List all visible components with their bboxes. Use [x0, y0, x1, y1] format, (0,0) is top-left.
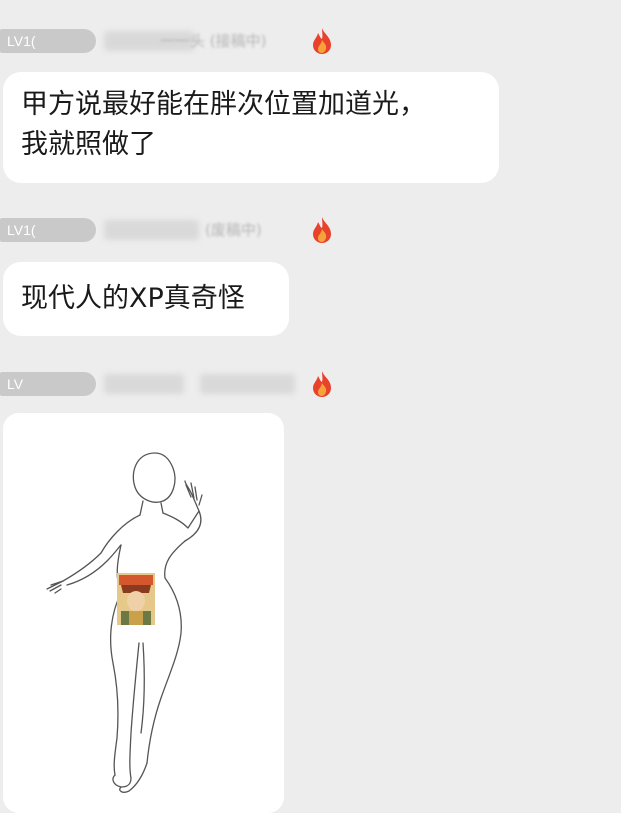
message-header: LV — [0, 370, 340, 400]
blurred-title — [200, 374, 295, 394]
message-header: LV1( (废稿中) — [0, 216, 340, 246]
user-title: (废稿中) — [205, 221, 262, 239]
flame-icon — [313, 371, 331, 397]
message-image[interactable] — [3, 413, 284, 813]
flame-icon — [313, 217, 331, 243]
level-badge: LV — [0, 372, 96, 396]
message-text: 现代人的XP真奇怪 — [21, 283, 245, 314]
message-bubble[interactable]: 现代人的XP真奇怪 — [3, 262, 289, 336]
blurred-username — [104, 374, 184, 394]
user-title: 一一头 (接稿中) — [160, 32, 267, 50]
flame-icon — [313, 28, 331, 54]
blurred-username — [104, 220, 199, 240]
level-badge: LV1( — [0, 29, 96, 53]
message-header: LV1( 一一头 (接稿中) — [0, 27, 340, 57]
message-text: 甲方说最好能在胖次位置加道光， 我就照做了 — [21, 89, 426, 160]
message-bubble[interactable]: 甲方说最好能在胖次位置加道光， 我就照做了 — [3, 72, 499, 183]
portrait-patch — [117, 573, 155, 625]
level-badge: LV1( — [0, 218, 96, 242]
figure-sketch — [46, 452, 203, 793]
